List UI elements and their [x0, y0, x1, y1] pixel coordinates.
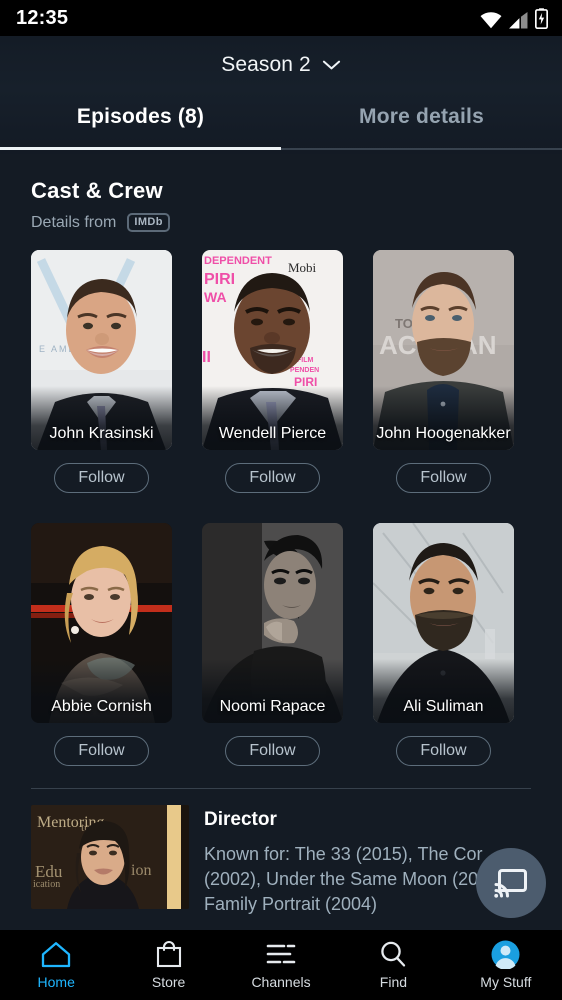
tab-more-details[interactable]: More details [281, 90, 562, 150]
cast-grid: E AMERIC John Krasinski Follow DEPENDENT… [0, 250, 562, 767]
bottom-navigation-bar: Home Store Channels Find My Stuff [0, 930, 562, 1000]
director-portrait-image: Mentoring toring Edu ion ication [31, 805, 189, 910]
cast-photo[interactable]: Noomi Rapace [202, 523, 343, 724]
follow-button[interactable]: Follow [54, 463, 149, 494]
channels-list-icon [266, 940, 296, 968]
cast-card[interactable]: TO ACK AN John Hoogenakker Follow [373, 250, 514, 494]
tab-more-details-label: More details [359, 105, 484, 128]
cellular-signal-icon [509, 12, 528, 29]
season-selector[interactable]: Season 2 [0, 36, 562, 90]
svg-text:TO: TO [395, 316, 413, 331]
svg-text:DEPENDENT: DEPENDENT [204, 255, 272, 267]
cast-photo[interactable]: E AMERIC John Krasinski [31, 250, 172, 451]
tab-bar: Episodes (8) More details [0, 90, 562, 150]
svg-text:PIRI: PIRI [204, 271, 235, 288]
cast-card[interactable]: Ali Suliman Follow [373, 523, 514, 767]
details-from-label: Details from [31, 213, 117, 231]
follow-button[interactable]: Follow [225, 736, 320, 767]
shopping-bag-icon [156, 940, 182, 968]
nav-label-home: Home [37, 974, 75, 990]
svg-text:ion: ion [131, 862, 151, 879]
nav-label-my-stuff: My Stuff [480, 974, 532, 990]
cast-name: Abbie Cornish [51, 697, 152, 715]
follow-button[interactable]: Follow [396, 736, 491, 767]
cast-name: John Krasinski [49, 424, 154, 442]
nav-item-home[interactable]: Home [0, 940, 112, 990]
imdb-badge[interactable]: IMDb [127, 213, 170, 233]
page-title: Cast & Crew [31, 178, 163, 203]
follow-button[interactable]: Follow [225, 463, 320, 494]
cast-photo[interactable]: DEPENDENT PIRI WA Mobi FILM PENDEN PIRI … [202, 250, 343, 451]
cast-name: Noomi Rapace [219, 697, 326, 715]
account-avatar-icon [491, 940, 520, 969]
season-selector-label: Season 2 [221, 53, 311, 76]
follow-button[interactable]: Follow [396, 463, 491, 494]
svg-text:WA: WA [204, 289, 227, 305]
nav-item-store[interactable]: Store [112, 940, 224, 990]
cast-photo[interactable]: Ali Suliman [373, 523, 514, 724]
cast-name: Wendell Pierce [218, 424, 327, 442]
tab-underline-active [0, 147, 281, 150]
chromecast-icon [494, 869, 527, 898]
status-bar: 12:35 [0, 0, 562, 36]
nav-item-channels[interactable]: Channels [225, 940, 337, 990]
status-bar-icons [480, 7, 548, 29]
tab-episodes[interactable]: Episodes (8) [0, 90, 281, 150]
director-photo[interactable]: Mentoring toring Edu ion ication [31, 805, 189, 910]
content-scroll-area[interactable]: Cast & Crew Details from IMDb E AMERIC J… [0, 154, 562, 930]
chevron-down-icon [322, 60, 340, 70]
svg-text:PENDEN: PENDEN [290, 367, 319, 374]
wifi-icon [480, 12, 502, 29]
cast-card[interactable]: Abbie Cornish Follow [31, 523, 172, 767]
svg-text:Mobi: Mobi [288, 260, 317, 275]
cast-photo[interactable]: Abbie Cornish [31, 523, 172, 724]
cast-card[interactable]: Noomi Rapace Follow [202, 523, 343, 767]
director-role-label: Director [204, 809, 277, 831]
cast-name: Ali Suliman [403, 697, 484, 715]
chromecast-button[interactable] [476, 848, 546, 918]
tab-episodes-label: Episodes (8) [76, 105, 205, 128]
nav-label-find: Find [379, 974, 408, 990]
cast-name: John Hoogenakker [376, 424, 511, 442]
cast-card[interactable]: E AMERIC John Krasinski Follow [31, 250, 172, 494]
details-source-row: Details from IMDb [31, 213, 562, 233]
section-divider [31, 788, 531, 790]
nav-label-store: Store [151, 974, 186, 990]
battery-charging-icon [535, 8, 548, 29]
follow-button[interactable]: Follow [54, 736, 149, 767]
nav-item-my-stuff[interactable]: My Stuff [450, 940, 562, 990]
cast-photo[interactable]: TO ACK AN John Hoogenakker [373, 250, 514, 451]
search-icon [379, 940, 407, 968]
svg-text:II: II [202, 349, 211, 366]
svg-text:ication: ication [33, 879, 60, 890]
home-icon [41, 940, 71, 968]
nav-item-find[interactable]: Find [337, 940, 449, 990]
status-bar-clock: 12:35 [16, 6, 69, 29]
nav-label-channels: Channels [251, 974, 311, 990]
cast-card[interactable]: DEPENDENT PIRI WA Mobi FILM PENDEN PIRI … [202, 250, 343, 494]
app-screen: 12:35 Season 2 Episodes (8) More details… [0, 0, 562, 1000]
page-header: Season 2 Episodes (8) More details [0, 36, 562, 154]
